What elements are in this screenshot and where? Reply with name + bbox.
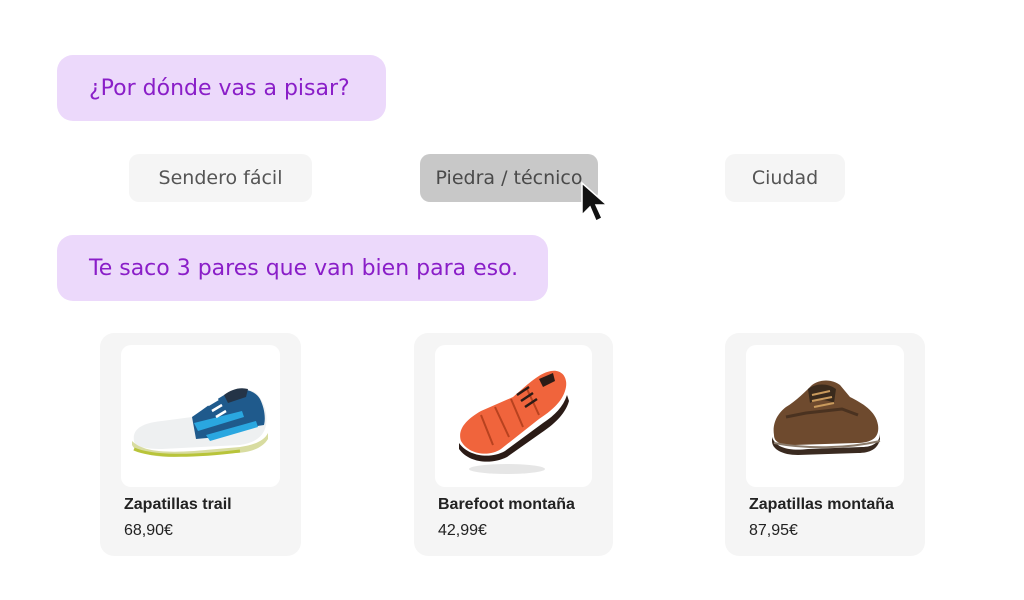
option-label: Sendero fácil [158,167,283,189]
option-ciudad[interactable]: Ciudad [725,154,845,202]
hiking-shoe-icon [772,380,881,455]
trail-running-shoe-icon [132,388,268,457]
product-card-barefoot[interactable]: Barefoot montaña 42,99€ [414,333,613,556]
product-image [121,345,280,487]
product-name: Barefoot montaña [438,496,575,513]
product-price: 42,99€ [438,522,487,539]
product-price: 68,90€ [124,522,173,539]
product-image [435,345,592,487]
barefoot-shoe-icon [459,370,569,474]
product-image [746,345,904,487]
option-sendero-facil[interactable]: Sendero fácil [129,154,312,202]
assistant-question-bubble: ¿Por dónde vas a pisar? [57,55,386,121]
option-label: Piedra / técnico [435,167,583,189]
answer-text: Te saco 3 pares que van bien para eso. [89,255,519,281]
product-price: 87,95€ [749,522,798,539]
product-card-hiking[interactable]: Zapatillas montaña 87,95€ [725,333,925,556]
question-text: ¿Por dónde vas a pisar? [89,75,350,101]
mouse-pointer-icon [581,181,608,223]
product-name: Zapatillas montaña [749,496,894,513]
option-piedra-tecnico[interactable]: Piedra / técnico [420,154,598,202]
product-name: Zapatillas trail [124,496,232,513]
option-label: Ciudad [751,167,819,189]
assistant-answer-bubble: Te saco 3 pares que van bien para eso. [57,235,548,301]
product-card-trail[interactable]: Zapatillas trail 68,90€ [100,333,301,556]
